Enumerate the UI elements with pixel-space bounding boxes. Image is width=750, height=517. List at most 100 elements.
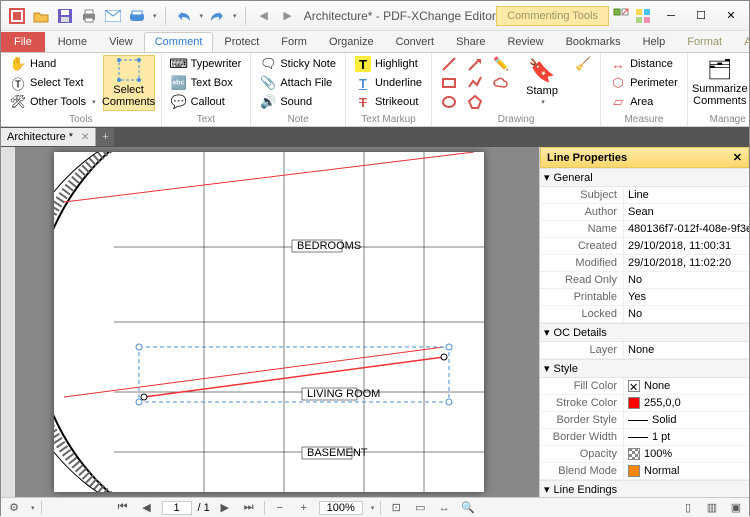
polyline-tool[interactable] [464,74,486,92]
save-icon[interactable] [55,6,75,26]
prop-subject-value[interactable]: Line [624,187,749,203]
qat-more-icon[interactable]: ▾ [153,12,157,20]
arrow-shape-tool[interactable] [464,55,486,73]
fit-page-icon[interactable]: ▭ [411,500,429,516]
tab-format[interactable]: Format [676,32,733,52]
zoom-input[interactable] [319,501,363,515]
hand-tool[interactable]: ✋Hand [7,55,99,73]
textbox-tool[interactable]: 🔤Text Box [168,74,245,92]
fit-actual-icon[interactable]: ⊡ [387,500,405,516]
tab-view[interactable]: View [98,32,144,52]
layout-facing-icon[interactable]: ▣ [727,500,745,516]
underline-tool[interactable]: TUnderline [352,74,425,92]
nav-fwd-icon[interactable]: ▶ [278,6,298,26]
close-button[interactable]: ✕ [717,6,745,26]
prop-locked-value[interactable]: No [624,306,749,322]
tab-share[interactable]: Share [445,32,496,52]
prop-borderwidth-value[interactable]: 1 pt [624,429,749,445]
select-text-tool[interactable]: ⓉSelect Text [7,74,99,92]
tab-help[interactable]: Help [632,32,677,52]
tab-arrange[interactable]: Arrange [733,32,750,52]
area-tool[interactable]: ▱Area [607,93,681,111]
select-text-label: Select Text [30,77,84,89]
prop-readonly-value[interactable]: No [624,272,749,288]
area-label: Area [630,96,653,108]
cloud-tool[interactable] [490,74,512,92]
pencil-tool[interactable]: ✏️ [490,55,512,73]
vertical-scrollbar[interactable] [523,147,539,497]
tab-organize[interactable]: Organize [318,32,385,52]
section-general[interactable]: ▾ General [540,168,749,187]
other-tools[interactable]: 🛠Other Tools▾ [7,93,99,111]
redo-dropdown[interactable]: ▾ [233,12,237,20]
add-tab-button[interactable]: + [96,128,114,146]
strikeout-tool[interactable]: TStrikeout [352,93,425,111]
next-page-button[interactable]: ▶ [216,500,234,516]
polygon-tool[interactable] [464,93,486,111]
prop-fill-value[interactable]: ✕None [624,378,749,394]
tab-home[interactable]: Home [47,32,98,52]
redo-icon[interactable] [207,6,227,26]
eraser-tool[interactable]: 🧹 [572,55,594,73]
zoom-out-button[interactable]: − [271,500,289,516]
attach-file-tool[interactable]: 📎Attach File [257,74,339,92]
minimize-button[interactable]: ─ [657,6,685,26]
section-style[interactable]: ▾ Style [540,359,749,378]
nav-back-icon[interactable]: ◀ [254,6,274,26]
sticky-note-tool[interactable]: 🗨Sticky Note [257,55,339,73]
prop-author-value[interactable]: Sean [624,204,749,220]
sound-tool[interactable]: 🔊Sound [257,93,339,111]
undo-icon[interactable] [174,6,194,26]
prop-blend-value[interactable]: Normal [624,463,749,479]
callout-tool[interactable]: 💬Callout [168,93,245,111]
prop-layer-value[interactable]: None [624,342,749,358]
highlight-tool[interactable]: THighlight [352,55,425,73]
zoom-in-button[interactable]: + [295,500,313,516]
summarize-comments[interactable]: 🗂 Summarize Comments [694,55,746,111]
zoom-selection-icon[interactable]: 🔍 [459,500,477,516]
prev-page-button[interactable]: ◀ [138,500,156,516]
perimeter-tool[interactable]: ⬡Perimeter [607,74,681,92]
properties-close-icon[interactable]: ✕ [733,151,742,164]
prop-opacity-value[interactable]: 100% [624,446,749,462]
ui-options-icon[interactable] [633,6,653,26]
prop-layer-key: Layer [540,342,624,358]
open-icon[interactable] [31,6,51,26]
prop-printable-value[interactable]: Yes [624,289,749,305]
prop-stroke-value[interactable]: 255,0,0 [624,395,749,411]
document-tab[interactable]: Architecture * ✕ [1,128,96,146]
print-icon[interactable] [79,6,99,26]
close-tab-icon[interactable]: ✕ [81,132,89,143]
tab-convert[interactable]: Convert [385,32,446,52]
typewriter-tool[interactable]: ⌨Typewriter [168,55,245,73]
scan-icon[interactable] [127,6,147,26]
prop-borderstyle-value[interactable]: Solid [624,412,749,428]
layout-single-icon[interactable]: ▯ [679,500,697,516]
page-input[interactable] [162,501,192,515]
oval-shape-tool[interactable] [438,93,460,111]
first-page-button[interactable]: ⏮ [114,500,132,516]
distance-tool[interactable]: ↔Distance [607,55,681,73]
tab-bookmarks[interactable]: Bookmarks [555,32,632,52]
tab-file[interactable]: File [1,32,45,52]
tab-review[interactable]: Review [496,32,554,52]
section-oc[interactable]: ▾ OC Details [540,323,749,342]
options-gear-icon[interactable]: ⚙ [5,500,23,516]
document-canvas[interactable]: BEDROOMS LIVING ROOM BASEMENT [15,147,523,497]
undo-dropdown[interactable]: ▾ [200,12,204,20]
launch-app-icon[interactable] [611,6,631,26]
section-endings[interactable]: ▾ Line Endings [540,480,749,497]
tab-protect[interactable]: Protect [213,32,270,52]
select-comments-tool[interactable]: Select Comments [103,55,155,111]
tab-form[interactable]: Form [270,32,318,52]
layout-continuous-icon[interactable]: ▥ [703,500,721,516]
line-shape-tool[interactable] [438,55,460,73]
stamp-tool[interactable]: 🔖 Stamp▾ [516,55,568,111]
rect-shape-tool[interactable] [438,74,460,92]
tab-comment[interactable]: Comment [144,32,214,52]
last-page-button[interactable]: ⏭ [240,500,258,516]
maximize-button[interactable]: ☐ [687,6,715,26]
prop-name-value[interactable]: 480136f7-012f-408e-9f3e21bf6... [624,221,749,237]
fit-width-icon[interactable]: ↔ [435,500,453,516]
email-icon[interactable] [103,6,123,26]
